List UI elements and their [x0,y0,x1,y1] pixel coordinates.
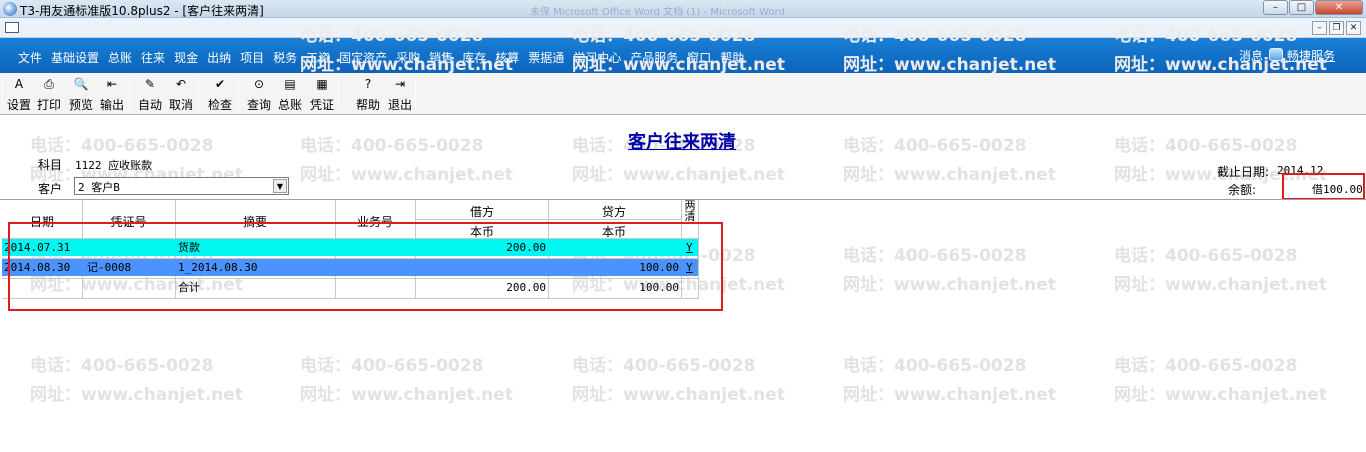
settings-icon: A [14,77,24,91]
toolbar: A 设置 ⎙ 打印 🔍 预览 ⇤ 输出 ✎ 自动 ↶ 取消 ✔ 检查 ⊙ 查询 ▤ 总账 ▦ 凭证? 帮助 ⇥ 退出 [0,73,1366,115]
undo-icon: ↶ [175,77,187,91]
help-button[interactable]: ? 帮助 [353,77,383,113]
check-icon: ✔ [214,77,226,91]
report-title: 客户往来两清 [628,132,736,153]
child-close-button[interactable]: ✕ [1346,21,1361,35]
service-link[interactable]: 畅捷服务 [1287,47,1335,64]
balance-highlight-box [1282,173,1365,200]
menu-item[interactable]: 采购 [396,49,420,66]
subject-label: 科目 [38,158,63,172]
watermark-url: 网址：www.chanjet.net [843,165,1056,185]
menu-item[interactable]: 往来 [141,49,165,66]
menu-item[interactable]: 核算 [495,49,519,66]
close-button[interactable]: ✕ [1315,0,1363,15]
maximize-button[interactable]: □ [1289,0,1314,15]
toolbar-label: 取消 [168,98,193,112]
menu-item[interactable]: 总账 [108,49,132,66]
binoculars-icon: ⊙ [253,77,265,91]
app-icon [3,2,17,16]
export-icon: ⇤ [106,77,118,91]
menu-item[interactable]: 库存 [462,49,486,66]
window-title: T3-用友通标准版10.8plus2 - [客户往来两清] [20,4,264,18]
rows-highlight-box [8,222,723,311]
watermark-phone: 电话：400-665-0028 [30,136,214,156]
auto-icon: ✎ [144,77,156,91]
exit-icon: ⇥ [394,77,406,91]
minimize-button[interactable]: – [1263,0,1288,15]
menu-item[interactable]: 固定资产 [339,49,387,66]
menu-item[interactable]: 销售 [429,49,453,66]
voucher-icon: ▦ [316,77,328,91]
menu-bar: 文件 基础设置 总账 往来 现金 出纳 项目 税务 工资 固定资产 采购 销售 库存 核算 票据通 学习中心产… [0,38,1366,73]
customer-label: 客户 [38,182,63,196]
message-link[interactable]: 消息 [1239,47,1263,64]
watermark-phone: 电话：400-665-0028 [1114,136,1298,156]
menu-item[interactable]: 产品服务 [630,49,678,66]
ledger-button[interactable]: ▤ 总账 [275,77,305,113]
menu-item[interactable]: 税务 [273,49,297,66]
menu-item[interactable]: 工资 [306,49,330,66]
document-icon [5,22,19,33]
toolbar-label: 检查 [207,98,232,112]
background-window-title: 未保 Microsoft Office Word 文档 (1) - Micros… [530,7,785,18]
auto-button[interactable]: ✎ 自动 [135,77,165,113]
customer-select[interactable]: 2 客户B ▼ [74,177,289,195]
ledger-icon: ▤ [284,77,296,91]
toolbar-label: 凭证 [309,98,334,112]
menu-item[interactable]: 出纳 [207,49,231,66]
watermark-phone: 电话：400-665-0028 [843,136,1027,156]
preview-icon: 🔍 [73,77,89,91]
binoculars-button[interactable]: ⊙ 查询 [244,77,274,113]
undo-button[interactable]: ↶ 取消 [166,77,196,113]
menu-item[interactable]: 窗口 [687,49,711,66]
menu-item[interactable]: 文件 [18,49,42,66]
menu-item[interactable]: 基础设置 [51,49,99,66]
customer-select-value: 2 客户B [78,181,120,194]
menu-item[interactable]: 帮助 [720,49,744,66]
cutoff-label: 截止日期: [1217,165,1270,179]
column-header-debit[interactable]: 借方 [460,203,504,220]
chevron-down-icon[interactable]: ▼ [273,179,287,193]
printer-button[interactable]: ⎙ 打印 [34,77,64,113]
voucher-button[interactable]: ▦ 凭证 [307,77,337,113]
watermark-url: 网址：www.chanjet.net [572,165,785,185]
help-icon: ? [364,77,372,91]
toolbar-label: 输出 [99,98,124,112]
exit-button[interactable]: ⇥ 退出 [385,77,415,113]
menu-item[interactable]: 票据通 [528,49,564,66]
child-window-bar: – ❐ ✕ [0,18,1366,38]
child-restore-button[interactable]: ❐ [1329,21,1344,35]
column-header-cleared[interactable]: 两清 [682,200,698,222]
grid-line [415,219,681,220]
toolbar-label: 退出 [387,98,412,112]
printer-icon: ⎙ [44,77,54,91]
balance-label: 余额: [1228,183,1257,197]
menu-item[interactable]: 项目 [240,49,264,66]
service-icon [1269,48,1283,61]
subject-value: 1122 应收账款 [75,159,153,172]
preview-button[interactable]: 🔍 预览 [66,77,96,113]
export-button[interactable]: ⇤ 输出 [97,77,127,113]
watermark-phone: 电话：400-665-0028 [300,136,484,156]
title-bar: T3-用友通标准版10.8plus2 - [客户往来两清] 未保 Microso… [0,0,1366,18]
column-header-credit[interactable]: 贷方 [592,203,636,220]
main-menu: 文件 基础设置 总账 往来 现金 出纳 项目 税务 工资 固定资产 采购 销售 库存 核算 票据通 学习中心产… [18,49,753,66]
menu-item[interactable]: 现金 [174,49,198,66]
child-minimize-button[interactable]: – [1312,21,1327,35]
check-button[interactable]: ✔ 检查 [205,77,235,113]
menu-item[interactable]: 学习中心 [573,49,621,66]
watermark-url: 网址：www.chanjet.net [300,165,513,185]
